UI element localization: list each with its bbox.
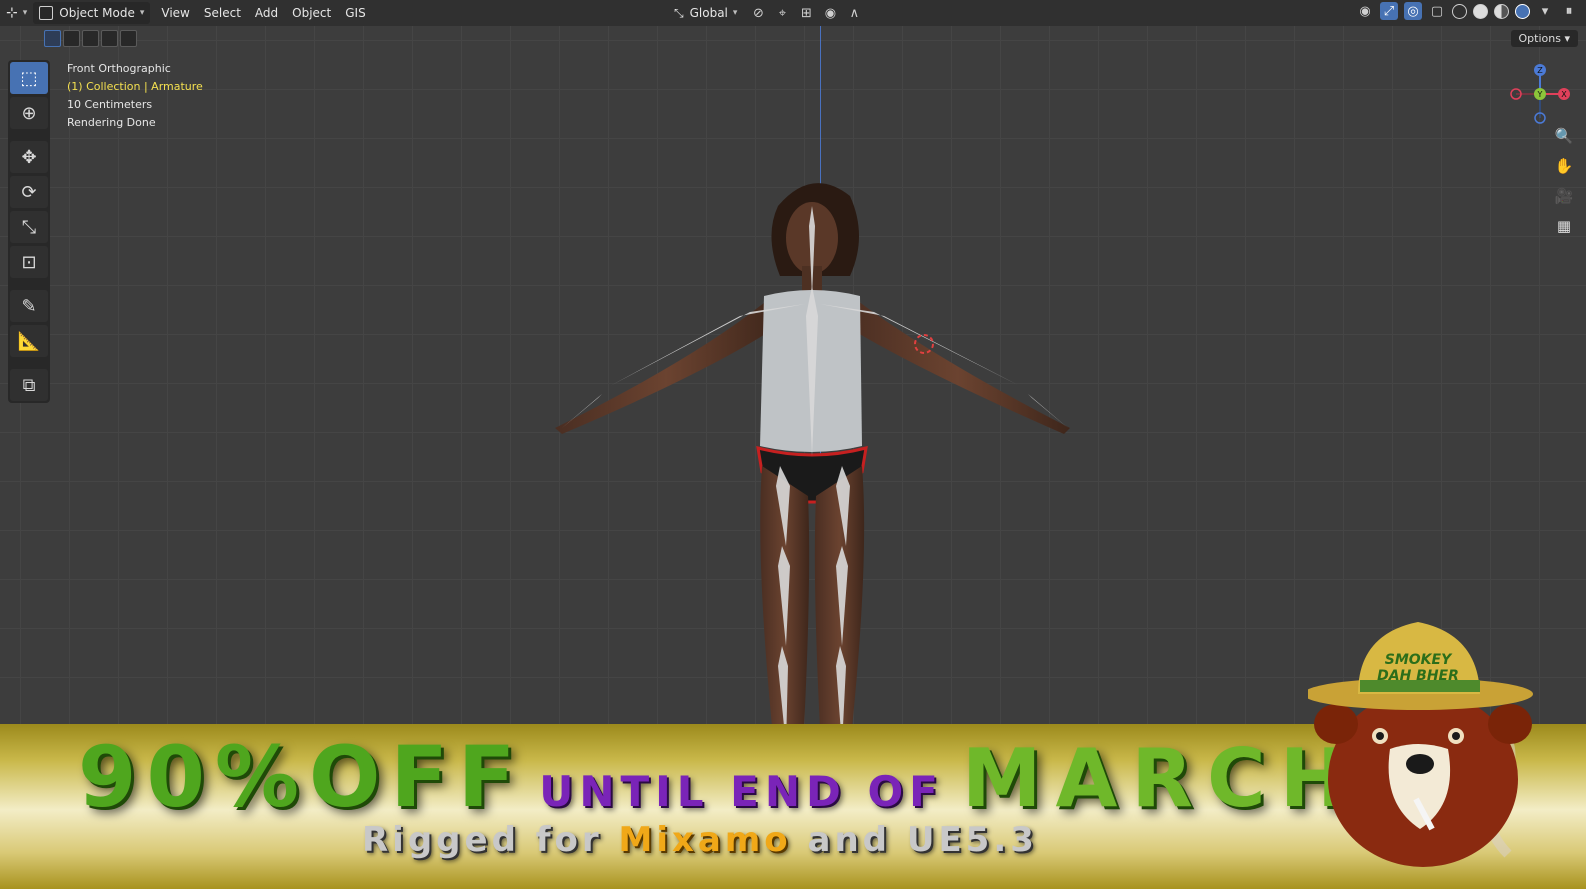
editor-type-icon: ⊹	[6, 5, 18, 21]
cursor-tool-icon[interactable]: ⊕	[10, 97, 48, 129]
orientation-label: Global	[689, 6, 728, 20]
chevron-down-icon: ▾	[22, 8, 28, 18]
mascot-hat-text-2: DAH BHER	[1377, 668, 1459, 684]
visibility-icon[interactable]: ◉	[1356, 2, 1374, 20]
transform-controls: ⤡ Global ▾ ⊘ ⌖ ⊞ ◉ ∧	[668, 2, 863, 24]
snap-icon[interactable]: ⌖	[773, 4, 791, 22]
mode-label: Object Mode	[59, 6, 135, 20]
transform-tool-icon[interactable]: ⊡	[10, 246, 48, 278]
until-text: UNTIL END OF	[539, 767, 944, 816]
viewport-header: ⊹ ▾ Object Mode ▾ View Select Add Object …	[0, 0, 1586, 26]
gizmo-z-label: Z	[1537, 66, 1543, 75]
falloff-icon[interactable]: ∧	[845, 4, 863, 22]
editor-type-button[interactable]: ⊹ ▾	[0, 2, 33, 24]
select-intersect-icon[interactable]	[120, 30, 137, 47]
options-dropdown[interactable]: Options ▾	[1510, 30, 1578, 47]
select-extend-icon[interactable]	[63, 30, 80, 47]
promo-subline: Rigged for Mixamo and UE5.3	[362, 820, 1038, 860]
menu-object[interactable]: Object	[285, 2, 338, 24]
viewport-display-controls: ◉ ⤢ ◎ ▢ ▾ ⏸	[1356, 2, 1578, 20]
xray-icon[interactable]: ▢	[1428, 2, 1446, 20]
toolbar-separator	[10, 132, 48, 138]
material-shading-icon[interactable]	[1494, 3, 1509, 19]
menu-view[interactable]: View	[154, 2, 196, 24]
view-name: Front Orthographic	[67, 62, 171, 75]
proportional-edit-icon[interactable]: ◉	[821, 4, 839, 22]
orientation-icon: ⤡	[674, 5, 684, 20]
transform-orientation-dropdown[interactable]: ⤡ Global ▾	[668, 2, 743, 24]
add-cube-tool-icon[interactable]: ⧉	[10, 369, 48, 401]
sub-highlight: Mixamo	[618, 820, 792, 860]
3d-viewport[interactable]: Options ▾ Front Orthographic (1) Collect…	[0, 26, 1586, 889]
promo-headline: 90%OFF UNTIL END OF MARCH	[78, 728, 1361, 826]
select-box-tool-icon[interactable]: ⬚	[10, 62, 48, 94]
rendered-shading-icon[interactable]	[1515, 3, 1530, 19]
wireframe-shading-icon[interactable]	[1452, 3, 1467, 19]
select-invert-icon[interactable]	[101, 30, 118, 47]
mascot-hat-text-1: SMOKEY	[1385, 652, 1453, 668]
grid-scale: 10 Centimeters	[67, 98, 153, 111]
selection-mode-buttons	[44, 30, 137, 47]
zoom-icon[interactable]: 🔍	[1550, 122, 1578, 150]
rigged-character-model[interactable]	[550, 166, 1090, 766]
chevron-down-icon: ▾	[732, 8, 738, 18]
solid-shading-icon[interactable]	[1473, 3, 1488, 19]
mode-dropdown[interactable]: Object Mode ▾	[33, 2, 151, 24]
move-tool-icon[interactable]: ✥	[10, 141, 48, 173]
bear-mascot-logo: SMOKEY DAH BHER	[1308, 622, 1533, 867]
pause-icon[interactable]: ⏸	[1560, 2, 1578, 20]
gizmo-y-label: Y	[1537, 90, 1543, 99]
camera-view-icon[interactable]: 🎥	[1550, 182, 1578, 210]
overlay-toggle-icon[interactable]: ◎	[1404, 2, 1422, 20]
sub-suffix: and UE5.3	[807, 820, 1038, 860]
select-new-icon[interactable]	[44, 30, 61, 47]
discount-text: 90%OFF	[78, 728, 526, 826]
menu-select[interactable]: Select	[197, 2, 248, 24]
object-mode-icon	[39, 6, 54, 20]
viewport-info: Front Orthographic (1) Collection | Arma…	[67, 60, 203, 132]
rotate-tool-icon[interactable]: ⟳	[10, 176, 48, 208]
tool-shelf: ⬚ ⊕ ✥ ⟳ ⤡ ⊡ ✎ 📐 ⧉	[8, 60, 50, 403]
gizmo-x-label: X	[1561, 90, 1567, 99]
menu-gis[interactable]: GIS	[338, 2, 372, 24]
gizmo-toggle-icon[interactable]: ⤢	[1380, 2, 1398, 20]
select-subtract-icon[interactable]	[82, 30, 99, 47]
shading-options-chevron-icon[interactable]: ▾	[1536, 2, 1554, 20]
pan-hand-icon[interactable]: ✋	[1550, 152, 1578, 180]
toolbar-separator	[10, 281, 48, 287]
navigation-gizmo[interactable]: Z Y X	[1508, 62, 1572, 126]
snap-target-icon[interactable]: ⊞	[797, 4, 815, 22]
collection-label: (1) Collection | Armature	[67, 80, 203, 93]
scale-tool-icon[interactable]: ⤡	[10, 211, 48, 243]
sub-prefix: Rigged for	[362, 820, 603, 860]
annotate-tool-icon[interactable]: ✎	[10, 290, 48, 322]
ortho-grid-icon[interactable]: ▦	[1550, 212, 1578, 240]
menu-add[interactable]: Add	[248, 2, 285, 24]
render-status: Rendering Done	[67, 116, 156, 129]
pivot-point-icon[interactable]: ⊘	[749, 4, 767, 22]
chevron-down-icon: ▾	[139, 8, 145, 18]
options-label: Options	[1518, 32, 1561, 45]
toolbar-separator	[10, 360, 48, 366]
measure-tool-icon[interactable]: 📐	[10, 325, 48, 357]
month-text: MARCH	[961, 732, 1361, 825]
